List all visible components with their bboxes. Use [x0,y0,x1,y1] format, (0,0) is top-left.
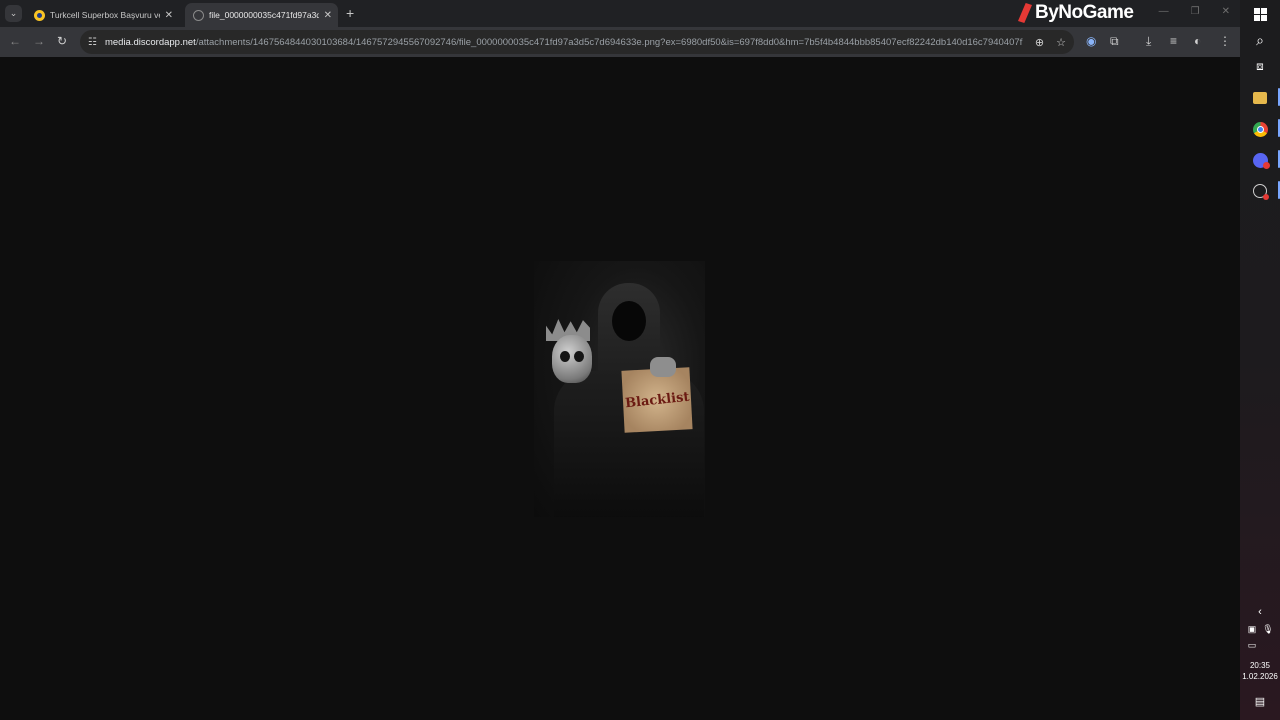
notification-icon[interactable]: ▤ [1252,693,1268,709]
tab-title: Turkcell Superbox Başvuru ve A [50,10,160,20]
globe-favicon-icon [193,9,204,21]
close-tab-icon[interactable]: ✕ [165,10,173,21]
image-viewer: Blacklist [0,57,1240,720]
minimize-icon[interactable]: — [1159,6,1169,17]
profile-avatar-icon[interactable]: ◐ [1194,34,1201,48]
bynogame-mark-icon [1018,3,1032,23]
read-aloud-icon[interactable]: ◉ [1086,34,1096,48]
back-button[interactable]: ← [9,34,21,48]
site-info-icon[interactable]: ☷ [88,37,97,48]
clock-date[interactable]: 1.02.2026 [1240,671,1280,682]
url-path: /attachments/1467564844030103684/1467572… [195,36,1023,48]
skeletal-hand [650,357,676,377]
brand-name: ByNoGame [1035,2,1134,23]
display-icon[interactable]: ▭ [1245,637,1259,653]
restore-icon[interactable]: ❐ [1191,6,1200,17]
windows-start-icon[interactable] [1252,6,1268,22]
chevron-left-icon[interactable]: ‹ [1252,604,1268,620]
tab-search-button[interactable]: ⌄ [5,5,22,22]
address-bar[interactable]: ☷ media.discordapp.net/attachments/14675… [80,30,1074,54]
url-host: media.discordapp.net [104,36,196,48]
chevron-down-icon: ⌄ [9,8,18,18]
camera-icon[interactable]: ▣ [1245,621,1259,637]
download-icon[interactable]: ⤓ [1146,34,1151,49]
zoom-icon[interactable]: ⊕ [1035,36,1044,49]
microphone-icon[interactable]: 🎙 [1261,621,1275,637]
tab-strip: ⌄ Turkcell Superbox Başvuru ve A ✕ file_… [0,0,1240,27]
taskbar: ⌕ ⧈ ‹ ▣ 🎙 ▭ 20:35 1.02.2026 ▤ [1240,0,1280,720]
sign-text: Blacklist [624,389,690,411]
bookmark-star-icon[interactable]: ☆ [1056,36,1066,49]
displayed-image[interactable]: Blacklist [534,261,705,517]
reload-button[interactable]: ↻ [57,34,67,48]
crowned-skull [552,335,592,383]
app-with-badge-icon[interactable] [1252,183,1269,200]
close-tab-icon[interactable]: ✕ [324,10,332,21]
address-url[interactable]: media.discordapp.net/attachments/1467564… [105,37,1023,48]
extensions-icon[interactable]: ⧉ [1110,34,1119,49]
search-icon[interactable]: ⌕ [1252,32,1268,48]
turkcell-favicon-icon [34,9,45,21]
discord-icon[interactable] [1252,152,1270,169]
tab-title: file_0000000035c471fd97a3d5c [209,10,319,20]
clock-time[interactable]: 20:35 [1240,660,1280,671]
window-controls: — ❐ ✕ [1159,6,1230,17]
bynogame-logo: ByNoGame [1018,1,1134,25]
forward-button[interactable]: → [33,34,45,48]
browser-toolbar: ← → ↻ ☷ media.discordapp.net/attachments… [0,27,1240,57]
chrome-icon[interactable] [1252,121,1268,137]
task-view-icon[interactable]: ⧈ [1252,58,1268,74]
close-window-icon[interactable]: ✕ [1222,6,1230,17]
tab-file-image[interactable]: file_0000000035c471fd97a3d5c ✕ [185,3,338,27]
media-queue-icon[interactable]: ≡ [1170,34,1177,48]
blacklist-sign: Blacklist [621,367,693,433]
menu-kebab-icon[interactable]: ⋮ [1219,34,1231,48]
tab-turkcell[interactable]: Turkcell Superbox Başvuru ve A ✕ [26,3,179,27]
new-tab-button[interactable]: + [346,5,354,21]
file-explorer-icon[interactable] [1252,90,1268,106]
